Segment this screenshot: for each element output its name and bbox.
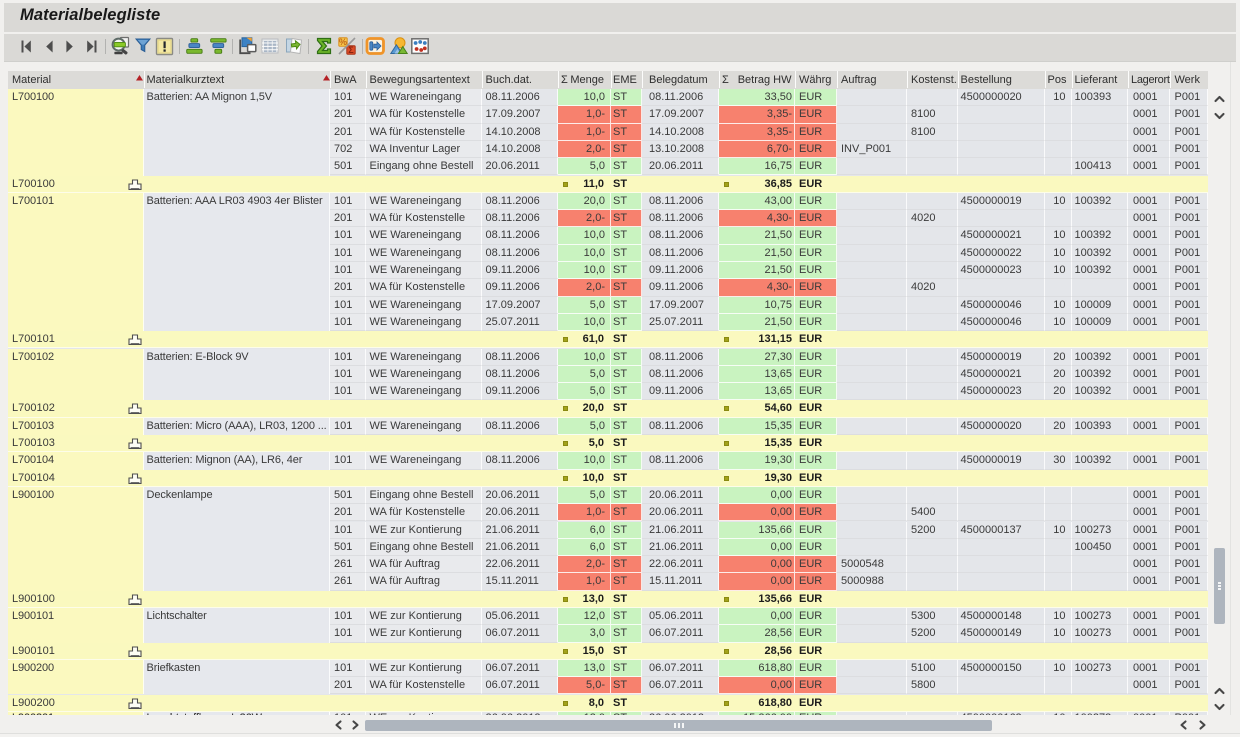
svg-text:Σ: Σ: [348, 45, 354, 55]
svg-text:%: %: [339, 37, 347, 47]
